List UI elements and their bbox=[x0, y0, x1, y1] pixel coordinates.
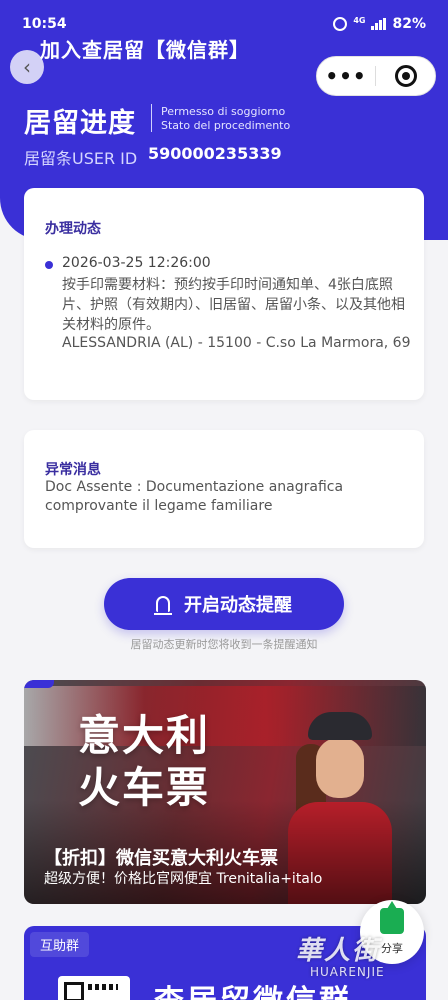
error-card-title: 异常消息 bbox=[45, 462, 101, 478]
train-ticket-banner[interactable]: 意大利 火车票 【折扣】微信买意大利火车票 超级方便！价格比官网便宜 Treni… bbox=[24, 680, 426, 904]
watermark-chinese: 華人街 bbox=[296, 936, 381, 966]
banner-title: 【折扣】微信买意大利火车票 bbox=[44, 848, 278, 869]
subtitle-line-2: Stato del procedimento bbox=[161, 119, 291, 132]
activity-text: 按手印需要材料：预约按手印时间通知单、4张白底照片、护照（有效期内）、旧居留、居… bbox=[62, 277, 405, 333]
activity-card: 办理动态 2026-03-25 12:26:00 按手印需要材料：预约按手印时间… bbox=[24, 188, 424, 400]
activity-card-title: 办理动态 bbox=[45, 221, 101, 237]
battery-level: 82% bbox=[392, 16, 426, 32]
qr-code-icon bbox=[58, 976, 130, 1000]
enable-notification-button[interactable]: 开启动态提醒 bbox=[104, 578, 344, 630]
chevron-left-icon: ‹ bbox=[23, 55, 31, 79]
notification-hint: 居留动态更新时您将收到一条提醒通知 bbox=[130, 638, 318, 651]
mini-program-title: 加入查居留【微信群】 bbox=[40, 38, 250, 62]
heading-divider bbox=[151, 104, 152, 132]
activity-address: ALESSANDRIA (AL) - 15100 - C.so La Marmo… bbox=[62, 335, 411, 351]
banner-headline: 意大利 火车票 bbox=[78, 710, 210, 814]
user-id-value: 590000235339 bbox=[148, 144, 282, 163]
banner-headline-line-1: 意大利 bbox=[78, 711, 211, 760]
more-menu-button[interactable]: ••• bbox=[317, 66, 375, 86]
network-type: 4G bbox=[353, 15, 366, 25]
group-title: 查居留微信群 bbox=[154, 976, 352, 1000]
subtitle-line-1: Permesso di soggiorno bbox=[161, 105, 286, 118]
notification-button-label: 开启动态提醒 bbox=[184, 595, 292, 616]
bell-icon bbox=[154, 596, 172, 615]
close-mini-program-button[interactable] bbox=[376, 65, 435, 87]
timeline-dot bbox=[45, 261, 53, 269]
mini-program-capsule[interactable]: ••• bbox=[316, 56, 436, 96]
signal-icon bbox=[371, 18, 387, 30]
alarm-icon bbox=[333, 17, 348, 31]
page-subtitle: Permesso di soggiorno Stato del procedim… bbox=[161, 105, 290, 133]
target-icon bbox=[394, 65, 417, 87]
status-icons: 4G 82% bbox=[333, 16, 426, 32]
activity-datetime: 2026-03-25 12:26:00 bbox=[62, 255, 211, 271]
page-title: 居留进度 bbox=[24, 108, 136, 139]
status-time: 10:54 bbox=[22, 16, 67, 32]
watermark-english: HUARENJIE bbox=[310, 965, 385, 979]
status-bar: 10:54 4G 82% bbox=[0, 0, 448, 34]
back-button[interactable]: ‹ bbox=[10, 50, 44, 84]
user-id-label: 居留条USER ID bbox=[24, 149, 138, 168]
group-tag: 互助群 bbox=[30, 932, 90, 957]
banner-corner-tag bbox=[24, 680, 54, 688]
watermark-logo: 華人街 HUARENJIE bbox=[296, 930, 385, 979]
error-message: Doc Assente : Documentazione anagrafica … bbox=[45, 479, 344, 514]
banner-headline-line-2: 火车票 bbox=[78, 763, 211, 812]
error-card: 异常消息 Doc Assente : Documentazione anagra… bbox=[24, 430, 424, 548]
banner-subtitle: 超级方便！价格比官网便宜 Trenitalia+italo bbox=[44, 871, 323, 887]
